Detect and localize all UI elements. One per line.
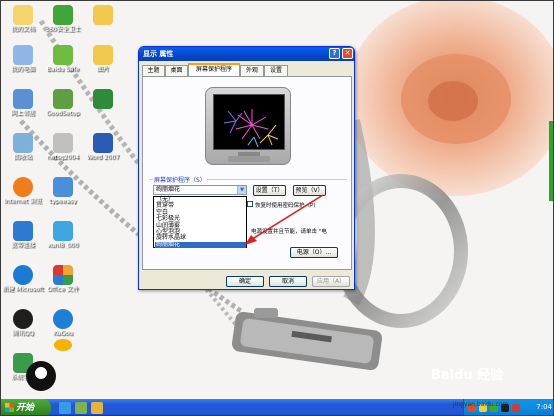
watermark-text: Baidu 经验 bbox=[431, 368, 504, 383]
screensaver-select[interactable]: 绚丽烟花 ▼ bbox=[153, 185, 247, 195]
apply-button[interactable]: 应用（A） bbox=[312, 276, 350, 287]
screen: 我的文档 360安全卫士 我的电脑 Baidu Safe 图片 网上邻居 Goo… bbox=[0, 0, 554, 416]
list-item-selected[interactable]: 绚丽烟花 bbox=[155, 241, 246, 249]
desktop-icon-6[interactable]: 图片 bbox=[81, 45, 125, 83]
annotation-arrow bbox=[245, 194, 324, 245]
display-properties-dialog: 显示 属性 ? ✕ 主题 桌面 屏幕保护程序 外观 设置 屏幕保护程序（S） 绚… bbox=[138, 46, 355, 290]
desktop-icon-12[interactable]: Word 2007 bbox=[81, 133, 125, 171]
tab-desktop[interactable]: 桌面 bbox=[165, 65, 188, 76]
desktop-icon-9[interactable] bbox=[81, 89, 125, 127]
desktop[interactable]: 我的文档 360安全卫士 我的电脑 Baidu Safe 图片 网上邻居 Goo… bbox=[1, 1, 553, 399]
fireworks-preview bbox=[223, 109, 279, 148]
desktop-icon-1[interactable]: 我的文档 bbox=[1, 5, 45, 43]
desktop-icon-2[interactable]: 360安全卫士 bbox=[41, 5, 85, 43]
desktop-icon-7[interactable]: 网上邻居 bbox=[1, 89, 45, 127]
quicklaunch-media-icon[interactable] bbox=[91, 402, 103, 414]
windows-logo-icon bbox=[5, 403, 14, 412]
monitor-preview bbox=[205, 87, 291, 165]
screensaver-select-value: 绚丽烟花 bbox=[156, 186, 181, 193]
dialog-title: 显示 属性 bbox=[143, 50, 174, 58]
help-button[interactable]: ? bbox=[329, 48, 340, 59]
desktop-icon-4[interactable]: 我的电脑 bbox=[1, 45, 45, 83]
monitor-base bbox=[228, 156, 270, 162]
clock: 7:04 bbox=[536, 403, 552, 411]
desktop-icon-16[interactable]: 宽带连接 bbox=[1, 221, 45, 259]
desktop-icon-22[interactable]: 腾讯QQ bbox=[1, 309, 45, 347]
tab-theme[interactable]: 主题 bbox=[142, 65, 165, 76]
desktop-icon-10[interactable]: 回收站 bbox=[1, 133, 45, 171]
screensaver-panel: 屏幕保护程序（S） 绚丽烟花 ▼ 设置（T） 预览（V） （无） 贯穿带 空白 … bbox=[142, 76, 352, 270]
desktop-icon-14[interactable]: typeeasy bbox=[41, 177, 85, 215]
dialog-titlebar[interactable]: 显示 属性 ? ✕ bbox=[139, 47, 354, 61]
quicklaunch-desktop-icon[interactable] bbox=[75, 402, 87, 414]
preview-screen bbox=[213, 94, 285, 150]
desktop-icon-8[interactable]: GoodSetup bbox=[41, 89, 85, 127]
tab-appearance[interactable]: 外观 bbox=[240, 65, 264, 76]
tab-screensaver[interactable]: 屏幕保护程序 bbox=[188, 63, 240, 76]
screensaver-dropdown-list[interactable]: （无） 贯穿带 空白 七彩极光 山间薄雾 心型泡泡 旋转水晶球 绚丽烟花 bbox=[153, 196, 247, 249]
tab-settings[interactable]: 设置 bbox=[264, 65, 288, 76]
desktop-icon-13[interactable]: Internet 浏览 bbox=[1, 177, 45, 215]
desktop-icon-17[interactable]: xunl8_000 bbox=[41, 221, 85, 259]
close-button[interactable]: ✕ bbox=[342, 48, 353, 59]
baidu-watermark: Baidu 经验 bbox=[431, 364, 549, 390]
desktop-icon-3[interactable] bbox=[81, 5, 125, 43]
qq-penguin-icon[interactable] bbox=[23, 361, 59, 399]
desktop-icon-5[interactable]: Baidu Safe bbox=[41, 45, 85, 83]
start-label: 开始 bbox=[16, 403, 35, 413]
watermark-url: jingyan.baidu.com bbox=[453, 401, 509, 408]
screensaver-group-label: 屏幕保护程序（S） bbox=[153, 175, 207, 184]
desktop-icon-19[interactable]: 新建 Microsoft bbox=[1, 265, 45, 303]
cancel-button[interactable]: 取消 bbox=[269, 276, 307, 287]
tray-app-icon[interactable] bbox=[512, 404, 520, 412]
desktop-icon-11[interactable]: netsg2004 bbox=[41, 133, 85, 171]
start-button[interactable]: 开始 bbox=[1, 399, 51, 415]
ok-button[interactable]: 确定 bbox=[226, 276, 264, 287]
desktop-icon-20[interactable]: Office 文件 bbox=[41, 265, 85, 303]
quicklaunch-ie-icon[interactable] bbox=[59, 402, 71, 414]
